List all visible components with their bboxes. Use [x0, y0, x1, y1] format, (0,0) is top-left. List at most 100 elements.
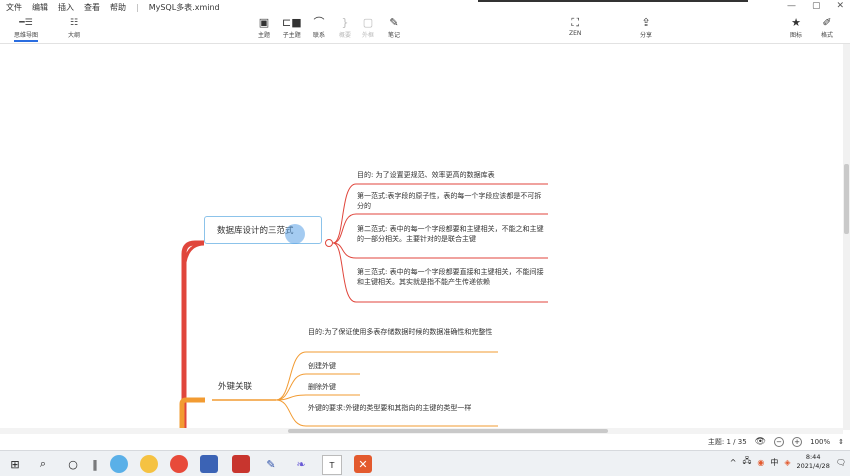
share-button[interactable]: ⇪ 分享: [640, 16, 652, 39]
share-label: 分享: [640, 32, 653, 39]
system-tray: ^ 🖧 ◉ 中 ◈ 8:44 2021/4/28 🗨: [730, 453, 846, 471]
tray-expand-icon[interactable]: ^: [730, 458, 737, 467]
app-text-icon[interactable]: T: [322, 455, 342, 475]
eye-icon[interactable]: 👁: [755, 437, 766, 447]
notification-icon[interactable]: 🗨: [836, 458, 846, 467]
zoom-level[interactable]: 100%: [810, 438, 830, 446]
subtopic-fk-requirement-text: 外键的要求:外键的类型要和其指向的主键的类型一样: [308, 404, 472, 412]
app-brush-icon[interactable]: ✎: [262, 455, 280, 473]
subtopic-3nf-text: 第三范式: 表中的每一个字段都要直接和主键相关，不能间接和主键相关。其实就是指不…: [357, 268, 544, 286]
app-browser-icon[interactable]: [110, 455, 128, 473]
relationship-label: 联系: [313, 32, 326, 39]
subtopic-2nf[interactable]: 第二范式: 表中的每一个字段都要和主键相关，不能之和主键的一部分相关。主要针对的…: [357, 224, 547, 244]
task-view-icon[interactable]: ‖: [86, 455, 104, 473]
menu-bar: 文件 编辑 插入 查看 帮助 | MySQL多表.xmind: [0, 0, 850, 14]
xmind-taskbar-icon[interactable]: ✕: [354, 455, 372, 473]
summary-icon: }: [341, 16, 349, 29]
menu-help[interactable]: 帮助: [110, 2, 126, 13]
collapse-node-1: [325, 239, 333, 247]
boundary-label: 外框: [362, 32, 375, 39]
app-editor-icon[interactable]: [200, 455, 218, 473]
vertical-scrollbar[interactable]: [843, 44, 850, 430]
subtopic-fk-requirement[interactable]: 外键的要求:外键的类型要和其指向的主键的类型一样: [308, 403, 498, 413]
close-button[interactable]: ✕: [836, 1, 844, 11]
subtopic-1nf[interactable]: 第一范式:表字段的原子性，表的每一个字段应该都是不可拆分的: [357, 191, 547, 211]
horizontal-scroll-thumb[interactable]: [288, 429, 608, 433]
mindmap-canvas[interactable]: 数据库设计的三范式 目的: 为了设置更规范、效率更高的数据库表 第一范式:表字段…: [0, 44, 843, 430]
selection-cursor: [285, 224, 305, 244]
tab-mindmap[interactable]: ━☰ 思维导图: [14, 18, 39, 42]
tray-app-icon[interactable]: ◉: [757, 458, 764, 467]
toolbar: ━☰ 思维导图 ☷ 大纲 ▣ 主题 ⊏■ 子主题 ⌒ 联系 } 概要 ▢ 外框 …: [0, 14, 850, 44]
tab-mindmap-label: 思维导图: [14, 32, 39, 39]
branch2-curve-3: [275, 394, 360, 401]
subtopic-button[interactable]: ⊏■ 子主题: [282, 16, 302, 39]
window-controls: — ▢ ✕: [787, 1, 844, 11]
clock[interactable]: 8:44 2021/4/28: [797, 453, 830, 471]
star-icon: ★: [791, 16, 801, 29]
subtopic-icon: ⊏■: [282, 16, 302, 29]
ime-indicator[interactable]: 中: [770, 457, 778, 468]
subtopic-purpose[interactable]: 目的: 为了设置更规范、效率更高的数据库表: [357, 170, 547, 180]
subtopic-create-fk[interactable]: 创建外键: [308, 361, 336, 371]
topic-label: 主题: [258, 32, 271, 39]
menu-view[interactable]: 查看: [84, 2, 100, 13]
tray-notification-app-icon[interactable]: ◈: [784, 458, 790, 467]
zoom-out-button[interactable]: −: [774, 437, 785, 447]
file-name: MySQL多表.xmind: [148, 2, 220, 12]
minimize-button[interactable]: —: [787, 1, 796, 11]
relationship-button[interactable]: ⌒ 联系: [313, 16, 325, 39]
topic-icon: ▣: [258, 16, 270, 29]
windows-start-icon[interactable]: ⊞: [6, 455, 24, 473]
tab-outline-label: 大纲: [68, 32, 81, 39]
subtopic-2nf-text: 第二范式: 表中的每一个字段都要和主键相关，不能之和主键的一部分相关。主要针对的…: [357, 225, 544, 243]
relationship-icon: ⌒: [313, 16, 325, 29]
chrome-icon[interactable]: [170, 455, 188, 473]
subtopic-drop-fk[interactable]: 删除外键: [308, 382, 336, 392]
app-recorder-icon[interactable]: [232, 455, 250, 473]
subtopic-fk-purpose-text: 目的:为了保证使用多表存储数据时候的数据准确性和完整性: [308, 328, 493, 336]
subtopic-label: 子主题: [282, 32, 301, 39]
app-feather-icon[interactable]: ❧: [292, 455, 310, 473]
summary-button[interactable]: } 概要: [339, 16, 351, 39]
zen-icon: ⛶: [571, 16, 580, 29]
subtopic-1nf-text: 第一范式:表字段的原子性，表的每一个字段应该都是不可拆分的: [357, 192, 542, 210]
taskbar: ⊞ ⌕ ○ ‖ ✎ ❧ T ✕ ^ 🖧 ◉ 中 ◈ 8:44 2021/4/28…: [0, 450, 850, 476]
subtopic-3nf[interactable]: 第三范式: 表中的每一个字段都要直接和主键相关，不能间接和主键相关。其实就是指不…: [357, 267, 547, 287]
icons-button[interactable]: ★ 图标: [790, 16, 802, 39]
network-icon[interactable]: 🖧: [742, 455, 751, 469]
subtopic-purpose-text: 目的: 为了设置更规范、效率更高的数据库表: [357, 171, 495, 179]
brush-icon: ✐: [822, 16, 832, 29]
zen-button[interactable]: ⛶ ZEN: [569, 16, 581, 37]
foreign-key-label: 外键关联: [218, 382, 253, 392]
boundary-button[interactable]: ▢ 外框: [362, 16, 374, 39]
central-topic-label: 数据库设计的三范式: [217, 226, 294, 236]
zen-label: ZEN: [569, 30, 582, 37]
mindmap-icon: ━☰: [19, 18, 33, 28]
topic-button[interactable]: ▣ 主题: [258, 16, 270, 39]
cortana-icon[interactable]: ○: [64, 455, 82, 473]
boundary-icon: ▢: [362, 16, 374, 29]
subtopic-fk-purpose[interactable]: 目的:为了保证使用多表存储数据时候的数据准确性和完整性: [308, 327, 498, 337]
menu-file[interactable]: 文件: [6, 2, 22, 13]
branch2-curve-1: [275, 351, 498, 401]
status-bar: 主题: 1 / 35 👁 − + 100% ⇕: [0, 434, 850, 450]
menu-insert[interactable]: 插入: [58, 2, 74, 13]
format-button[interactable]: ✐ 格式: [821, 16, 833, 39]
maximize-button[interactable]: ▢: [812, 1, 821, 11]
outline-icon: ☷: [69, 18, 79, 28]
zoom-in-button[interactable]: +: [792, 437, 803, 447]
vertical-scroll-thumb[interactable]: [844, 164, 849, 234]
clock-date: 2021/4/28: [796, 462, 830, 470]
icons-label: 图标: [790, 32, 803, 39]
tab-outline[interactable]: ☷ 大纲: [68, 18, 80, 39]
menu-separator: |: [136, 2, 139, 12]
menu-edit[interactable]: 编辑: [32, 2, 48, 13]
subtopic-create-fk-text: 创建外键: [308, 362, 336, 370]
foreign-key-topic[interactable]: 外键关联: [218, 380, 252, 392]
app-media-icon[interactable]: [140, 455, 158, 473]
zoom-stepper-icon[interactable]: ⇕: [838, 438, 844, 446]
subtopic-drop-fk-text: 删除外键: [308, 383, 336, 391]
note-button[interactable]: ✎ 笔记: [388, 16, 400, 39]
search-icon[interactable]: ⌕: [34, 455, 52, 473]
